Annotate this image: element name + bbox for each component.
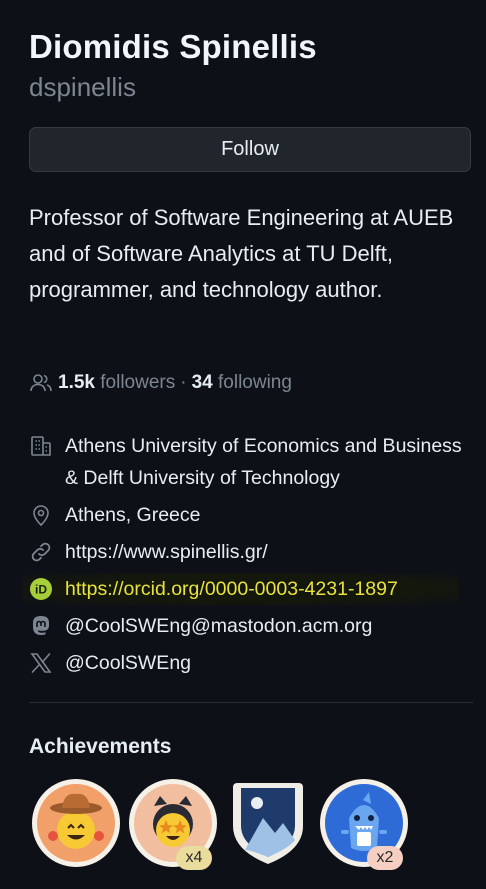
profile-details: Athens University of Economics and Busin… [23, 430, 473, 679]
badge-count-shark: x2 [367, 846, 403, 870]
follow-button[interactable]: Follow [29, 127, 471, 172]
organization-row: Athens University of Economics and Busin… [29, 430, 473, 494]
achievement-badge-shield[interactable] [229, 778, 319, 868]
mastodon-row: @CoolSWEng@mastodon.acm.org [29, 610, 473, 642]
profile-bio: Professor of Software Engineering at AUE… [29, 205, 454, 302]
followers-link[interactable]: 1.5k followers [58, 372, 175, 394]
orcid-icon: iD [29, 577, 53, 601]
badge-count-starstruck: x4 [176, 846, 212, 870]
organization-text: Athens University of Economics and Busin… [65, 435, 462, 489]
shield-badge-icon [233, 783, 303, 864]
followers-count: 1.5k [58, 372, 95, 393]
following-count: 34 [191, 372, 213, 393]
orcid-link[interactable]: https://orcid.org/0000-0003-4231-1897 [65, 573, 398, 605]
website-link[interactable]: https://www.spinellis.gr/ [65, 536, 268, 568]
mastodon-icon [29, 614, 53, 638]
followers-label: followers [100, 372, 176, 393]
achievements-list: x4 x2 [29, 778, 473, 870]
section-divider [29, 702, 473, 703]
location-row: Athens, Greece [29, 499, 473, 531]
achievements-heading: Achievements [29, 735, 172, 758]
location-pin-icon [29, 503, 53, 527]
achievement-badge-cowboy[interactable] [31, 778, 121, 868]
achievement-badge-shark[interactable]: x2 [319, 778, 409, 870]
mastodon-handle[interactable]: @CoolSWEng@mastodon.acm.org [65, 610, 372, 642]
cowboy-badge-icon [32, 779, 120, 867]
x-handle[interactable]: @CoolSWEng [65, 647, 191, 679]
people-icon [29, 371, 53, 395]
link-icon [29, 540, 53, 564]
follow-stats: 1.5k followers · 34 following [29, 371, 292, 395]
x-logo-icon [29, 651, 53, 675]
organization-icon [29, 434, 53, 458]
achievement-badge-starstruck[interactable]: x4 [128, 778, 218, 870]
following-link[interactable]: 34 following [192, 372, 292, 394]
website-row: https://www.spinellis.gr/ [29, 536, 473, 568]
svg-text:iD: iD [35, 583, 47, 597]
profile-name: Diomidis Spinellis [29, 28, 317, 65]
location-text: Athens, Greece [65, 504, 201, 526]
follow-separator: · [180, 372, 187, 393]
x-row: @CoolSWEng [29, 647, 473, 679]
profile-login: dspinellis [29, 72, 136, 102]
following-label: following [218, 372, 292, 393]
orcid-row: iD https://orcid.org/0000-0003-4231-1897 [23, 573, 459, 605]
